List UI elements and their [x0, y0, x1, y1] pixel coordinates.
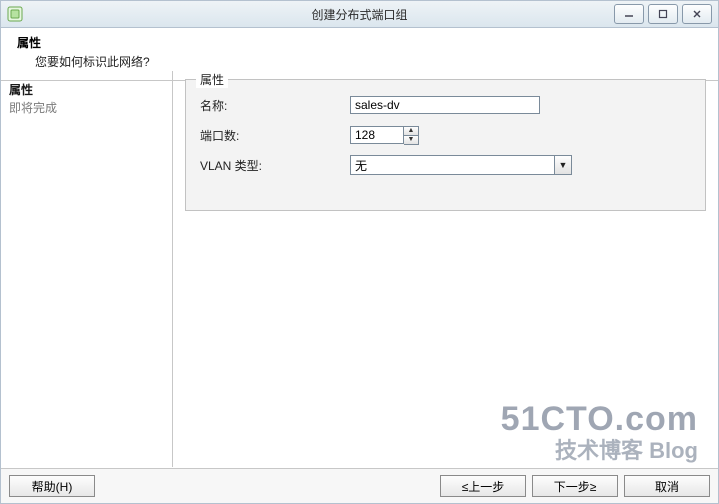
- row-name: 名称:: [200, 92, 691, 118]
- fieldset-legend: 属性: [196, 71, 228, 88]
- vlan-type-select[interactable]: 无 ▼: [350, 155, 572, 175]
- vlan-type-value: 无: [351, 157, 554, 174]
- sidebar-item-ready[interactable]: 即将完成: [9, 99, 164, 117]
- ports-label: 端口数:: [200, 127, 350, 144]
- chevron-down-icon: ▼: [554, 156, 571, 174]
- row-vlan-type: VLAN 类型: 无 ▼: [200, 152, 691, 178]
- wizard-body: 属性 即将完成 属性 名称: 端口数: ▲ ▼: [1, 71, 718, 467]
- spinner-buttons: ▲ ▼: [404, 126, 419, 145]
- help-button[interactable]: 帮助(H): [9, 475, 95, 497]
- wizard-footer: 帮助(H) ≤上一步 下一步≥ 取消: [1, 468, 718, 503]
- properties-fieldset: 属性 名称: 端口数: ▲ ▼ VLAN 类: [185, 79, 706, 211]
- maximize-button[interactable]: [648, 4, 678, 24]
- window-buttons: [614, 4, 712, 24]
- next-button[interactable]: 下一步≥: [532, 475, 618, 497]
- wizard-steps-sidebar: 属性 即将完成: [1, 71, 173, 467]
- wizard-main-panel: 属性 名称: 端口数: ▲ ▼ VLAN 类: [173, 71, 718, 467]
- header-subtitle: 您要如何标识此网络?: [35, 53, 702, 70]
- header-title: 属性: [17, 34, 702, 51]
- vlan-type-label: VLAN 类型:: [200, 157, 350, 174]
- ports-spinner: ▲ ▼: [350, 126, 419, 145]
- back-button[interactable]: ≤上一步: [440, 475, 526, 497]
- row-ports: 端口数: ▲ ▼: [200, 122, 691, 148]
- window-title: 创建分布式端口组: [1, 6, 718, 23]
- wizard-window: 创建分布式端口组 属性 您要如何标识此网络? 属性 即将完成 属性 名称: 端口…: [0, 0, 719, 504]
- minimize-button[interactable]: [614, 4, 644, 24]
- spinner-up-icon[interactable]: ▲: [404, 127, 418, 136]
- spinner-down-icon[interactable]: ▼: [404, 136, 418, 144]
- sidebar-item-properties[interactable]: 属性: [9, 81, 164, 99]
- titlebar: 创建分布式端口组: [1, 1, 718, 28]
- name-input[interactable]: [350, 96, 540, 114]
- close-button[interactable]: [682, 4, 712, 24]
- name-label: 名称:: [200, 97, 350, 114]
- app-icon: [7, 6, 23, 22]
- cancel-button[interactable]: 取消: [624, 475, 710, 497]
- ports-input[interactable]: [350, 126, 404, 144]
